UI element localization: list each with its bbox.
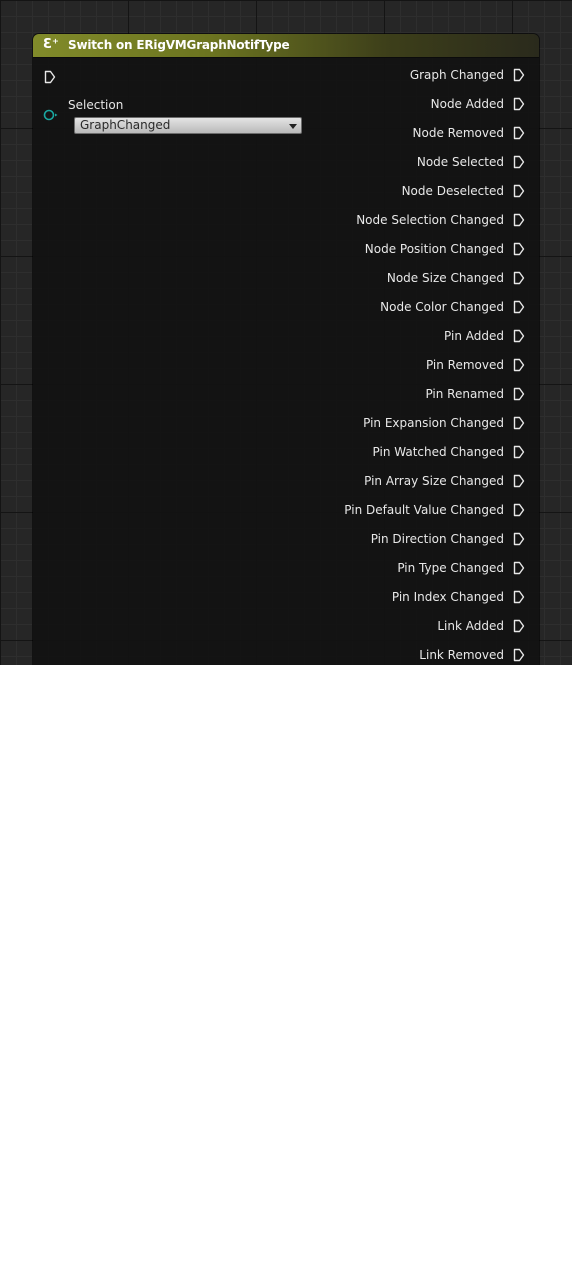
output-pin-row[interactable]: Node Selection Changed — [239, 212, 539, 241]
output-pin-row[interactable]: Pin Removed — [239, 357, 539, 386]
output-pin-row[interactable]: Node Deselected — [239, 183, 539, 212]
output-pin-label: Pin Array Size Changed — [364, 474, 504, 488]
exec-output-pin-icon[interactable] — [513, 387, 525, 401]
blueprint-graph-canvas[interactable]: Ɛ⁺ Switch on ERigVMGraphNotifType Select… — [0, 0, 572, 665]
output-pin-label: Graph Changed — [409, 68, 504, 82]
exec-output-pin-icon[interactable] — [513, 184, 525, 198]
output-pin-row[interactable]: Pin Expansion Changed — [239, 415, 539, 444]
output-pin-row[interactable]: Pin Watched Changed — [239, 444, 539, 473]
node-title: Switch on ERigVMGraphNotifType — [68, 38, 290, 52]
output-pin-label: Node Position Changed — [364, 242, 504, 256]
output-pin-label: Node Deselected — [401, 184, 504, 198]
exec-input-pin-icon[interactable] — [44, 70, 56, 84]
output-pin-row[interactable]: Node Size Changed — [239, 270, 539, 299]
selection-input-pin-icon[interactable] — [43, 109, 59, 121]
exec-output-pin-icon[interactable] — [513, 242, 525, 256]
exec-output-pin-icon[interactable] — [513, 358, 525, 372]
exec-output-pin-icon[interactable] — [513, 532, 525, 546]
output-pin-label: Link Removed — [419, 648, 504, 662]
exec-output-pin-icon[interactable] — [513, 503, 525, 517]
output-pin-row[interactable]: Node Added — [239, 96, 539, 125]
exec-output-pin-icon[interactable] — [513, 619, 525, 633]
selection-dropdown-value: GraphChanged — [80, 118, 171, 132]
output-pin-row[interactable]: Pin Renamed — [239, 386, 539, 415]
output-pin-row[interactable]: Node Position Changed — [239, 241, 539, 270]
exec-output-pin-icon[interactable] — [513, 474, 525, 488]
empty-area — [0, 665, 572, 1267]
output-pin-label: Node Added — [430, 97, 504, 111]
output-pin-label: Pin Removed — [425, 358, 504, 372]
output-pin-row[interactable]: Pin Direction Changed — [239, 531, 539, 560]
exec-output-pin-icon[interactable] — [513, 590, 525, 604]
output-pin-label: Node Removed — [412, 126, 504, 140]
exec-output-pin-icon[interactable] — [513, 68, 525, 82]
output-pin-label: Node Color Changed — [380, 300, 504, 314]
selection-label: Selection — [68, 98, 124, 112]
output-pin-label: Node Size Changed — [386, 271, 504, 285]
output-pin-row[interactable]: Link Added — [239, 618, 539, 647]
exec-output-pin-icon[interactable] — [513, 416, 525, 430]
output-pin-label: Pin Renamed — [425, 387, 504, 401]
output-pin-row[interactable]: Node Removed — [239, 125, 539, 154]
output-pin-label: Pin Watched Changed — [372, 445, 504, 459]
output-pin-label: Pin Index Changed — [391, 590, 504, 604]
output-pin-row[interactable]: Pin Index Changed — [239, 589, 539, 618]
output-pin-row[interactable]: Pin Default Value Changed — [239, 502, 539, 531]
enum-switch-icon: Ɛ⁺ — [43, 37, 59, 52]
output-pin-label: Node Selected — [416, 155, 504, 169]
switch-enum-node[interactable]: Ɛ⁺ Switch on ERigVMGraphNotifType Select… — [33, 34, 539, 665]
exec-output-pin-icon[interactable] — [513, 271, 525, 285]
output-pin-row[interactable]: Node Selected — [239, 154, 539, 183]
exec-output-pin-icon[interactable] — [513, 97, 525, 111]
output-pins-list: Graph Changed Node Added Node Removed Node … — [239, 67, 539, 665]
output-pin-label: Pin Default Value Changed — [344, 503, 504, 517]
output-pin-row[interactable]: Pin Array Size Changed — [239, 473, 539, 502]
output-pin-row[interactable]: Link Removed — [239, 647, 539, 665]
output-pin-label: Pin Added — [444, 329, 504, 343]
exec-output-pin-icon[interactable] — [513, 561, 525, 575]
exec-output-pin-icon[interactable] — [513, 300, 525, 314]
exec-output-pin-icon[interactable] — [513, 329, 525, 343]
output-pin-label: Pin Direction Changed — [370, 532, 504, 546]
output-pin-label: Node Selection Changed — [356, 213, 504, 227]
exec-output-pin-icon[interactable] — [513, 648, 525, 662]
output-pin-label: Pin Expansion Changed — [363, 416, 504, 430]
output-pin-row[interactable]: Node Color Changed — [239, 299, 539, 328]
exec-output-pin-icon[interactable] — [513, 213, 525, 227]
exec-output-pin-icon[interactable] — [513, 445, 525, 459]
output-pin-row[interactable]: Pin Added — [239, 328, 539, 357]
exec-output-pin-icon[interactable] — [513, 126, 525, 140]
output-pin-label: Link Added — [437, 619, 504, 633]
output-pin-row[interactable]: Pin Type Changed — [239, 560, 539, 589]
output-pin-label: Pin Type Changed — [397, 561, 504, 575]
node-header[interactable]: Ɛ⁺ Switch on ERigVMGraphNotifType — [33, 34, 539, 58]
exec-output-pin-icon[interactable] — [513, 155, 525, 169]
output-pin-row[interactable]: Graph Changed — [239, 67, 539, 96]
